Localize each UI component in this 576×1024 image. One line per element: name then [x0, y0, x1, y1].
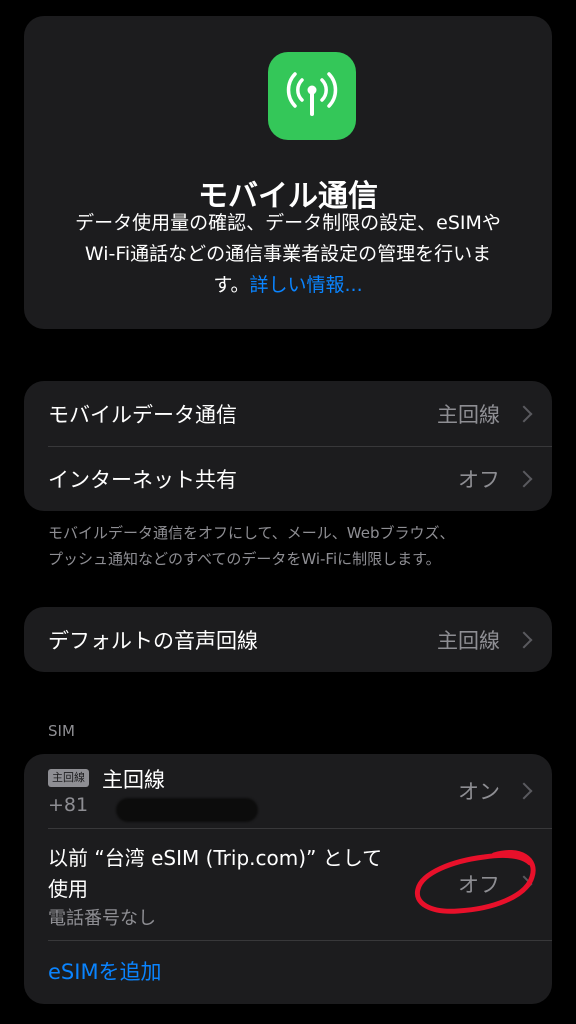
primary-sim-number: +81 [48, 794, 89, 816]
previous-sim-status: オフ [458, 873, 500, 897]
hotspot-value: オフ [458, 467, 500, 492]
hotspot-label: インターネット共有 [48, 467, 237, 492]
cellular-app-icon [268, 52, 356, 140]
antenna-icon [286, 72, 338, 116]
note-line: モバイルデータ通信をオフにして、メール、Webブラウズ、 [48, 524, 455, 542]
mobile-data-label: モバイルデータ通信 [48, 402, 237, 427]
mobile-data-row[interactable]: モバイルデータ通信 主回線 [24, 381, 552, 446]
hotspot-row[interactable]: インターネット共有 オフ [24, 446, 552, 511]
previous-sim-row[interactable]: 以前 “台湾 eSIM (Trip.com)” として 使用 電話番号なし オフ [24, 828, 552, 940]
previous-sim-title-cont: 使用 [48, 877, 88, 901]
chevron-right-icon [515, 631, 533, 648]
chevron-right-icon [515, 405, 533, 422]
description: データ使用量の確認、データ制限の設定、eSIMや Wi-Fi通話などの通信事業者… [58, 208, 518, 301]
add-esim-link[interactable]: eSIMを追加 [48, 940, 162, 1004]
chevron-right-icon [515, 875, 533, 893]
redacted-phone-number [116, 798, 258, 822]
mobile-data-value: 主回線 [437, 402, 500, 427]
add-esim-row[interactable]: eSIMを追加 [24, 940, 552, 1004]
primary-sim-row[interactable]: 主回線 主回線 +81 オン [24, 754, 552, 828]
description-line: Wi-Fi通話などの通信事業者設定の管理を行いま [84, 243, 492, 265]
description-line: データ使用量の確認、データ制限の設定、eSIMや [75, 212, 501, 234]
description-text: す。 [213, 274, 250, 296]
learn-more-link[interactable]: 詳しい情報... [249, 274, 362, 296]
chevron-right-icon [515, 470, 533, 487]
primary-sim-status: オン [458, 780, 500, 804]
primary-badge: 主回線 [48, 769, 89, 787]
description-line: す。詳しい情報... [58, 270, 518, 301]
header-card: モバイル通信 データ使用量の確認、データ制限の設定、eSIMや Wi-Fi通話な… [24, 16, 552, 329]
default-voice-card: デフォルトの音声回線 主回線 [24, 607, 552, 672]
data-settings-card: モバイルデータ通信 主回線 インターネット共有 オフ [24, 381, 552, 511]
sim-section-label: SIM [48, 722, 75, 740]
previous-sim-title: 以前 “台湾 eSIM (Trip.com)” として [48, 846, 383, 870]
chevron-right-icon [515, 782, 533, 800]
primary-sim-name: 主回線 [102, 768, 165, 792]
note-line: プッシュ通知などのすべてのデータをWi-Fiに制限します。 [48, 550, 441, 568]
default-voice-label: デフォルトの音声回線 [48, 628, 258, 653]
default-voice-row[interactable]: デフォルトの音声回線 主回線 [24, 607, 552, 672]
sim-card: 主回線 主回線 +81 オン 以前 “台湾 eSIM (Trip.com)” と… [24, 754, 552, 1004]
default-voice-value: 主回線 [437, 628, 500, 653]
mobile-data-note: モバイルデータ通信をオフにして、メール、Webブラウズ、 プッシュ通知などのすべ… [48, 520, 546, 572]
previous-sim-subtitle: 電話番号なし [48, 908, 156, 929]
